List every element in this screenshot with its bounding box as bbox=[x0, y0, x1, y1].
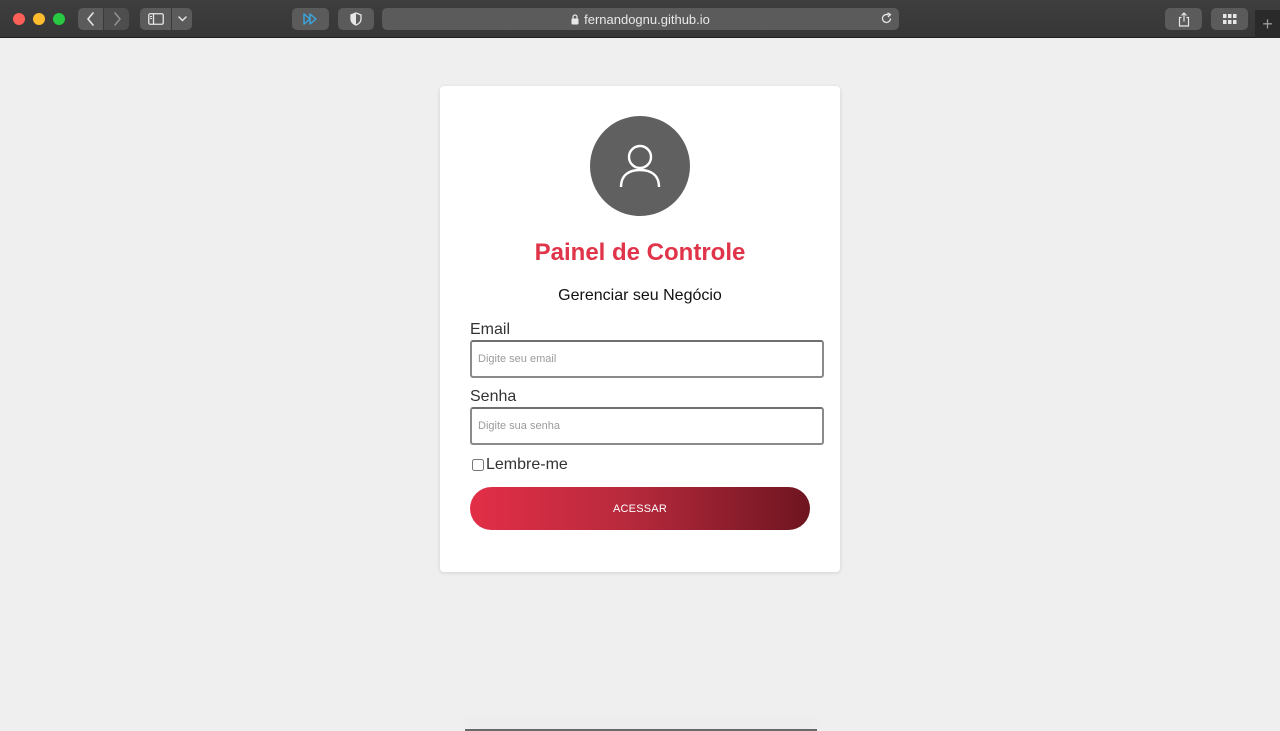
back-icon bbox=[86, 12, 94, 26]
share-icon bbox=[1178, 11, 1189, 27]
sidebar-toggle-button[interactable] bbox=[140, 8, 171, 30]
remember-me-row: Lembre-me bbox=[472, 456, 568, 474]
minimize-window-button[interactable] bbox=[33, 13, 45, 25]
password-field[interactable] bbox=[470, 407, 824, 445]
email-field[interactable] bbox=[470, 340, 824, 378]
chevron-down-icon bbox=[177, 16, 187, 22]
address-bar[interactable]: fernandognu.github.io bbox=[382, 8, 899, 30]
privacy-button[interactable] bbox=[338, 8, 374, 30]
remember-me-checkbox[interactable] bbox=[472, 459, 484, 471]
remember-me-label: Lembre-me bbox=[486, 456, 568, 473]
plus-icon: + bbox=[1262, 14, 1273, 34]
avatar bbox=[590, 116, 690, 216]
extension-icon bbox=[302, 13, 317, 25]
sidebar-dropdown-button[interactable] bbox=[172, 8, 192, 30]
url-text: fernandognu.github.io bbox=[584, 11, 710, 27]
login-card: Painel de Controle Gerenciar seu Negócio… bbox=[440, 86, 840, 572]
zoom-window-button[interactable] bbox=[53, 13, 65, 25]
new-tab-button[interactable]: + bbox=[1255, 10, 1280, 38]
share-button[interactable] bbox=[1165, 8, 1202, 30]
user-icon bbox=[619, 144, 661, 188]
page-viewport: Painel de Controle Gerenciar seu Negócio… bbox=[0, 38, 1280, 731]
forward-button[interactable] bbox=[104, 8, 129, 30]
email-label: Email bbox=[470, 321, 511, 338]
browser-toolbar: fernandognu.github.io + bbox=[0, 0, 1280, 38]
sidebar-icon bbox=[147, 13, 164, 25]
lock-icon bbox=[571, 13, 579, 25]
close-window-button[interactable] bbox=[13, 13, 25, 25]
tab-overview-icon bbox=[1222, 14, 1236, 24]
shield-icon bbox=[350, 12, 362, 26]
password-label: Senha bbox=[470, 388, 517, 405]
extension-button[interactable] bbox=[292, 8, 329, 30]
reload-icon[interactable] bbox=[880, 12, 893, 28]
page-subtitle: Gerenciar seu Negócio bbox=[558, 287, 722, 304]
back-button[interactable] bbox=[78, 8, 103, 30]
forward-icon bbox=[113, 12, 121, 26]
submit-button[interactable]: ACESSAR bbox=[470, 487, 810, 530]
tab-overview-button[interactable] bbox=[1211, 8, 1248, 30]
page-title: Painel de Controle bbox=[534, 239, 746, 266]
